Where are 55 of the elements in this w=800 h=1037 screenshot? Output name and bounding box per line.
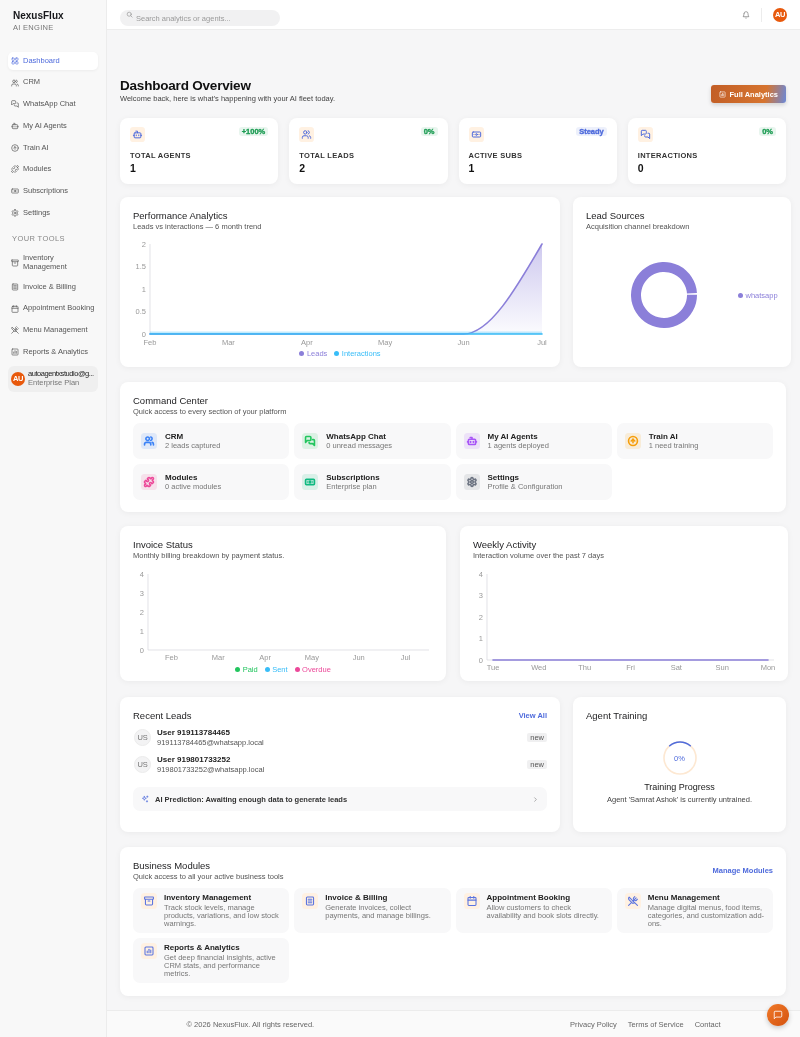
- lead-name: User 919801733252: [157, 755, 232, 765]
- brand-name: NexusFlux: [12, 10, 65, 22]
- donut-slice: [631, 262, 697, 328]
- receipt-icon: [302, 893, 319, 909]
- lead-name: User 919113784465: [157, 728, 231, 738]
- training-heading: Training Progress: [644, 782, 715, 793]
- puzzle-icon: [141, 474, 157, 490]
- search-icon: [126, 11, 133, 18]
- chat-bubble-icon: [773, 1010, 783, 1020]
- chat-icon: [302, 433, 319, 449]
- bell-icon[interactable]: [742, 10, 750, 19]
- calendar-icon: [11, 304, 19, 313]
- stat-value: 0: [637, 162, 645, 174]
- page-title: Dashboard Overview: [120, 78, 252, 93]
- bar-chart-icon: [141, 943, 157, 959]
- stat-value: 1: [468, 162, 476, 174]
- calendar-icon: [463, 893, 480, 909]
- card-title: Weekly Activity: [473, 539, 538, 550]
- utensils-icon: [624, 893, 641, 909]
- card-title: Invoice Status: [133, 539, 194, 550]
- users-icon: [11, 78, 19, 87]
- robot-icon: [463, 433, 480, 449]
- users-icon: [141, 433, 157, 449]
- archive-icon: [11, 258, 19, 267]
- stat-value: 1: [130, 162, 137, 174]
- chat-icon: [637, 127, 653, 142]
- settings-icon: [11, 208, 19, 217]
- card-title: Agent Training: [586, 710, 648, 721]
- progress-ring: [662, 741, 697, 775]
- card-title: Business Modules: [133, 860, 212, 871]
- card-title: Performance Analytics: [133, 210, 229, 221]
- robot-icon: [130, 127, 145, 142]
- chat-button[interactable]: [767, 1004, 789, 1026]
- banknote-icon: [11, 187, 19, 196]
- puzzle-icon: [11, 165, 19, 174]
- utensils-icon: [11, 326, 19, 335]
- stat-value: 2: [299, 162, 307, 174]
- banknote-icon: [302, 474, 319, 490]
- sparkle-icon: [141, 795, 149, 803]
- arrow-circle-icon: [11, 143, 19, 152]
- robot-icon: [11, 122, 19, 131]
- bar-chart-icon: [11, 348, 19, 357]
- card-title: Recent Leads: [133, 710, 192, 721]
- chevron-right-icon: [532, 795, 539, 803]
- card-title: Command Center: [133, 395, 209, 406]
- bar-chart-icon: [718, 90, 726, 98]
- banknote-icon: [468, 127, 484, 142]
- settings-icon: [463, 474, 480, 490]
- archive-icon: [141, 893, 157, 909]
- chat-icon: [11, 100, 19, 109]
- card-title: Lead Sources: [586, 210, 646, 221]
- users-icon: [299, 127, 315, 142]
- grid-icon: [11, 57, 19, 65]
- arrow-circle-icon: [624, 433, 641, 449]
- receipt-icon: [11, 283, 19, 291]
